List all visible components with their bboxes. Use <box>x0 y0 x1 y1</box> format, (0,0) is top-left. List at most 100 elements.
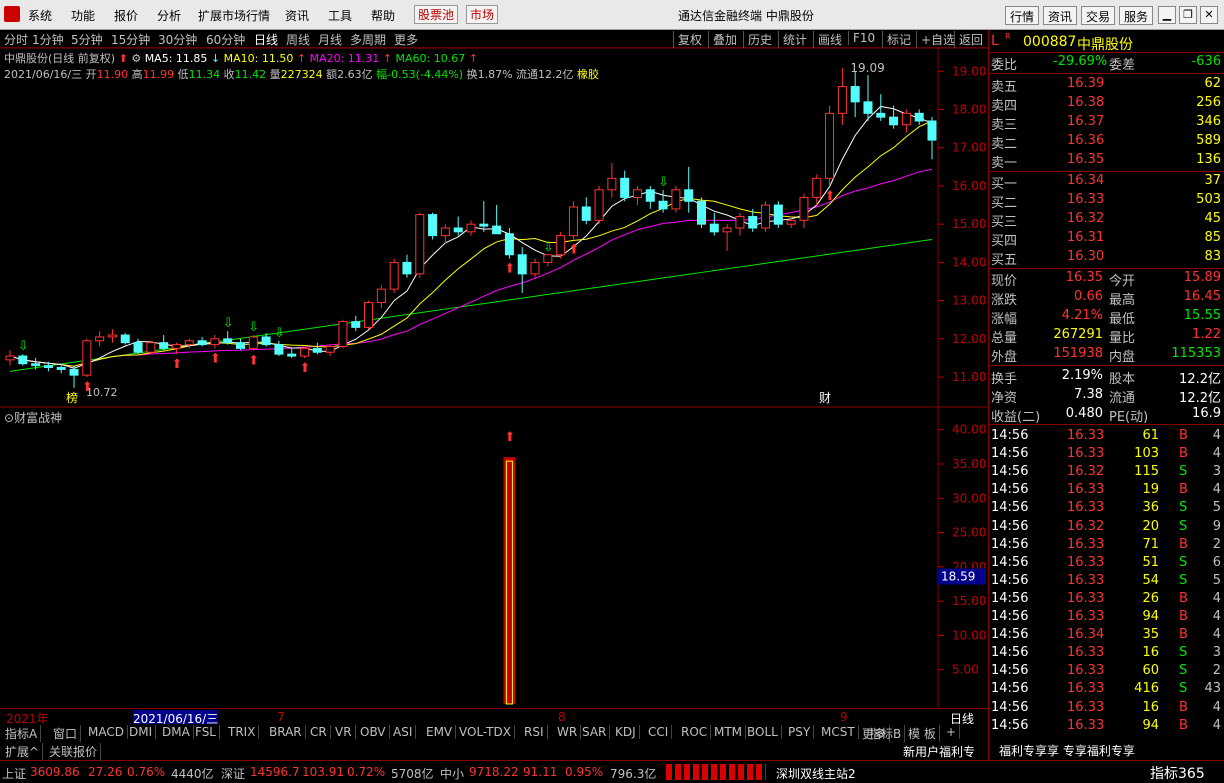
ask-row: 卖三 16.37 346 <box>991 114 1223 133</box>
candle-body <box>402 261 412 275</box>
tick-volume: 16 <box>1142 699 1159 715</box>
stats-button[interactable]: 统计 <box>778 31 807 48</box>
indicator-tab-5[interactable]: FSL <box>192 725 220 739</box>
candle-body <box>568 206 578 237</box>
indicator-tab-6[interactable]: TRIX <box>225 725 260 739</box>
connection-status[interactable]: 深圳双线主站2 <box>776 765 856 782</box>
tick-volume: 35 <box>1142 627 1159 643</box>
f10-button[interactable]: F10 <box>848 31 875 45</box>
indicator-tab-13[interactable]: VOL-TDX <box>456 725 515 739</box>
tab-right-0[interactable]: 指标B <box>866 725 906 742</box>
indicator-tab-17[interactable]: KDJ <box>612 725 640 739</box>
indicator-tab-1[interactable]: 窗口 <box>50 725 82 742</box>
menu-ext-market[interactable]: 扩展市场行情 <box>198 7 270 24</box>
menu-help[interactable]: 帮助 <box>371 7 395 24</box>
date-label-7: 7 <box>277 710 285 724</box>
tab-right-1[interactable]: 模 板 <box>905 725 940 742</box>
period-fenshi[interactable]: 分时 <box>4 31 28 48</box>
tick-row: 14:56 16.32 115 S 3 <box>991 464 1223 482</box>
overlay-button[interactable]: 叠加 <box>708 31 737 48</box>
indicator-tab-3[interactable]: DMI <box>126 725 157 739</box>
stock-code: 000887 <box>1023 34 1077 50</box>
tab-right-2[interactable]: + <box>943 725 961 739</box>
candle-body <box>364 302 374 328</box>
indicator-tab-18[interactable]: CCI <box>645 725 673 739</box>
indicator-tab-4[interactable]: DMA <box>159 725 194 739</box>
y-tick-label: 14.00 <box>952 255 986 269</box>
quote-button[interactable]: 行情 <box>1005 6 1040 25</box>
trade-button[interactable]: 交易 <box>1081 6 1116 25</box>
menu-function[interactable]: 功能 <box>71 7 95 24</box>
indicator-tab-19[interactable]: ROC <box>678 725 712 739</box>
period-5min[interactable]: 5分钟 <box>71 31 103 48</box>
settings-gear-icon[interactable]: ⚙ <box>131 52 141 65</box>
tick-price: 16.33 <box>1067 681 1105 697</box>
ma-legend: 中鼎股份(日线 前复权) ⬆ ⚙ MA5: 11.85 ↓ MA10: 11.5… <box>4 50 478 66</box>
indicator-tab-16[interactable]: SAR <box>579 725 611 739</box>
stat-label: 净资 <box>991 391 1018 406</box>
tick-row: 14:56 16.33 16 S 3 <box>991 645 1223 663</box>
history-button[interactable]: 历史 <box>743 31 772 48</box>
period-more[interactable]: 更多 <box>394 31 418 48</box>
tick-count: 4 <box>1212 627 1221 643</box>
candle-body <box>351 321 361 328</box>
period-60min[interactable]: 60分钟 <box>206 31 245 48</box>
ma5-line <box>9 105 933 369</box>
period-30min[interactable]: 30分钟 <box>158 31 197 48</box>
news-button[interactable]: 资讯 <box>1043 6 1078 25</box>
market-button[interactable]: 市场 <box>466 5 499 24</box>
period-1min[interactable]: 1分钟 <box>32 31 64 48</box>
indicator-tab-8[interactable]: CR <box>307 725 331 739</box>
kline-chart[interactable]: 19.0910.72 财榜⬆⬆ ⬆ ⬆⬆⬆⬆⬆⇩⇩ ⇩ ⇩⇩⇩ 19.0018.0017.… <box>0 48 988 408</box>
period-monthly[interactable]: 月线 <box>318 31 342 48</box>
related-quote-tab[interactable]: 关联报价 <box>46 743 102 760</box>
indicator-tab-15[interactable]: WR <box>554 725 582 739</box>
menu-tools[interactable]: 工具 <box>328 7 352 24</box>
indicator-tab-23[interactable]: MCST <box>818 725 859 739</box>
period-multi[interactable]: 多周期 <box>350 31 386 48</box>
tick-price: 16.33 <box>1067 717 1105 733</box>
period-weekly[interactable]: 周线 <box>286 31 310 48</box>
menu-system[interactable]: 系统 <box>28 7 52 24</box>
menu-quote[interactable]: 报价 <box>114 7 138 24</box>
period-daily[interactable]: 日线 <box>254 31 278 48</box>
close-icon[interactable]: ✕ <box>1200 6 1218 24</box>
menu-bar: 系统 功能 报价 分析 扩展市场行情 资讯 工具 帮助 股票池 市场 通达信金融… <box>0 0 1224 30</box>
indicator-tab-7[interactable]: BRAR <box>266 725 306 739</box>
tick-row: 14:56 16.33 26 B 4 <box>991 591 1223 609</box>
draw-button[interactable]: 画线 <box>813 31 842 48</box>
stock-pool-button[interactable]: 股票池 <box>414 5 459 24</box>
candle-body <box>543 254 553 263</box>
bid-label: 买一 <box>991 177 1018 192</box>
ask-row: 卖一 16.35 136 <box>991 152 1223 171</box>
fuquan-button[interactable]: 复权 <box>673 31 702 48</box>
sub-indicator-chart[interactable]: 40.0035.0030.0025.0020.0015.0010.005.001… <box>0 408 988 708</box>
indicator-tab-9[interactable]: VR <box>332 725 356 739</box>
period-15min[interactable]: 15分钟 <box>111 31 150 48</box>
indicator-tab-10[interactable]: OBV <box>357 725 390 739</box>
minimize-icon[interactable]: ▁ <box>1158 6 1176 24</box>
expand-tab[interactable]: 扩展^ <box>2 743 44 760</box>
service-button[interactable]: 服务 <box>1119 6 1154 25</box>
indicator-tab-22[interactable]: PSY <box>785 725 815 739</box>
indicator-tab-14[interactable]: RSI <box>521 725 548 739</box>
stat-value: 267291 <box>1053 327 1103 342</box>
menu-news[interactable]: 资讯 <box>285 7 309 24</box>
candle-body <box>274 344 284 355</box>
tick-banner[interactable]: 福利专享享 专享福利专享 <box>999 742 1135 759</box>
y-tick-label: 15.00 <box>952 217 986 231</box>
back-button[interactable]: 返回 <box>954 31 983 48</box>
indicator-tab-2[interactable]: MACD <box>85 725 128 739</box>
indicator-tab-0[interactable]: 指标A <box>2 725 42 742</box>
candle-body <box>376 288 386 304</box>
indicator-tab-11[interactable]: ASI <box>390 725 417 739</box>
indicator-tab-21[interactable]: BOLL <box>744 725 782 739</box>
sub-y-tick-label: 15.00 <box>952 594 986 608</box>
indicator-tab-12[interactable]: EMV <box>423 725 457 739</box>
mark-button[interactable]: 标记 <box>882 31 911 48</box>
indicator-tab-20[interactable]: MTM <box>711 725 747 739</box>
bid-volume: 45 <box>1204 211 1221 226</box>
add-watch-button[interactable]: +自选 <box>916 31 955 48</box>
menu-analysis[interactable]: 分析 <box>157 7 181 24</box>
restore-icon[interactable]: ❐ <box>1179 6 1197 24</box>
